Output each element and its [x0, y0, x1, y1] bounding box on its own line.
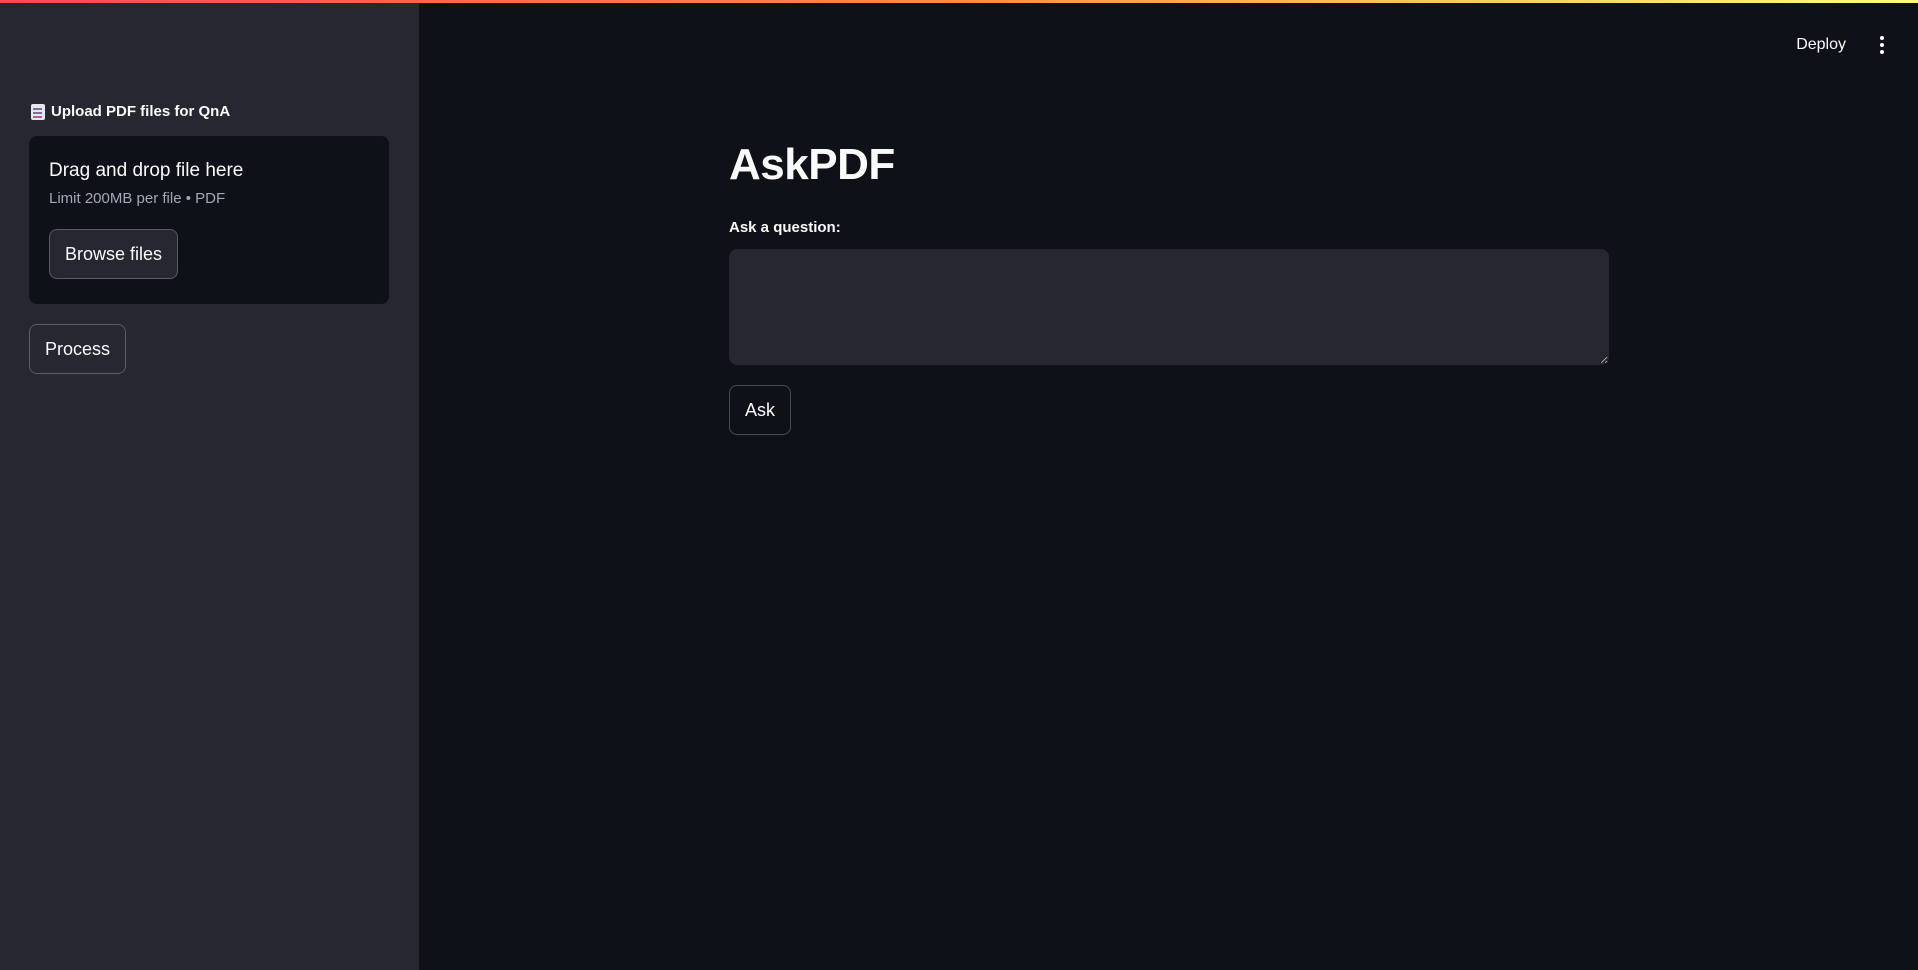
kebab-menu-icon[interactable] — [1872, 30, 1892, 60]
question-label: Ask a question: — [729, 219, 841, 236]
dropzone-title: Drag and drop file here — [49, 160, 244, 181]
ask-button[interactable]: Ask — [729, 385, 792, 435]
dropzone-subtitle: Limit 200MB per file • PDF — [49, 190, 226, 207]
process-button[interactable]: Process — [29, 324, 127, 374]
question-input[interactable] — [729, 249, 1609, 365]
main-content: Deploy AskPDF Ask a question: Ask — [419, 0, 1918, 970]
sidebar: Upload PDF files for QnA Drag and drop f… — [0, 0, 419, 970]
uploader-label-text: Upload PDF files for QnA — [51, 103, 231, 120]
top-decoration-bar — [0, 0, 1918, 3]
file-dropzone[interactable]: Drag and drop file here Limit 200MB per … — [29, 136, 389, 304]
browse-files-button[interactable]: Browse files — [49, 229, 179, 279]
header-actions: Deploy — [1792, 30, 1892, 60]
document-icon — [31, 103, 45, 120]
uploader-label: Upload PDF files for QnA — [31, 103, 230, 120]
page-title: AskPDF — [729, 140, 895, 189]
deploy-button[interactable]: Deploy — [1792, 30, 1850, 60]
